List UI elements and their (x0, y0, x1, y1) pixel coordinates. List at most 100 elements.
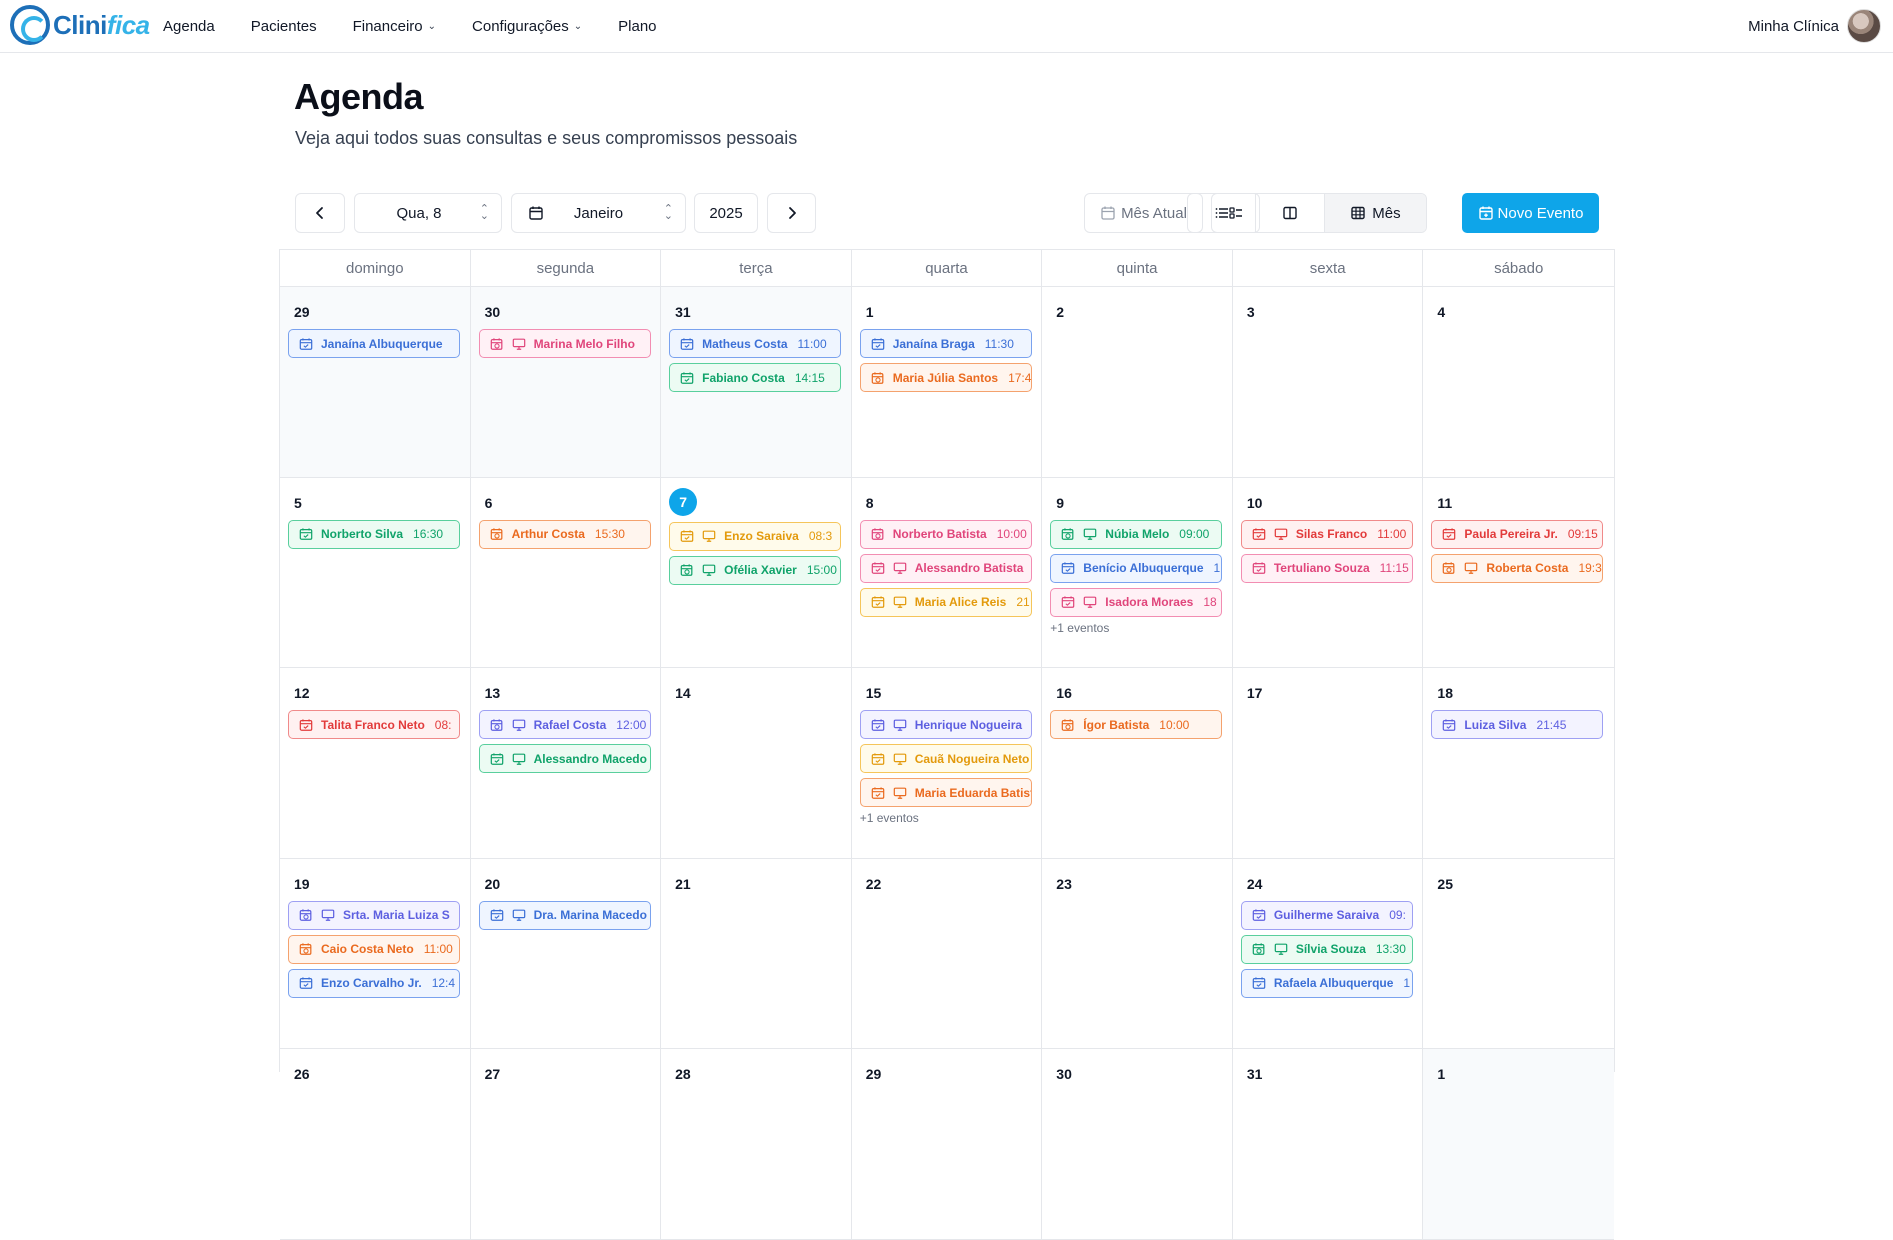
day-cell[interactable]: 29 (851, 1049, 1043, 1240)
day-cell[interactable]: 6 Arthur Costa 15:30 (470, 477, 662, 668)
day-cell[interactable]: 15 Henrique Nogueira Cauã Nogueira Neto Mar… (851, 668, 1043, 859)
event-patient-name: Ofélia Xavier (724, 563, 797, 577)
day-cell[interactable]: 30 Marina Melo Filho (470, 287, 662, 478)
event-chip[interactable]: Caio Costa Neto 11:00 (288, 934, 460, 964)
event-chip[interactable]: Maria Júlia Santos 17:4 (859, 363, 1032, 392)
event-chip[interactable]: Paula Pereira Jr. 09:15 (1431, 519, 1604, 549)
event-chip[interactable]: Dra. Marina Macedo (478, 900, 651, 930)
event-chip[interactable]: Henrique Nogueira (859, 710, 1032, 739)
event-chip[interactable]: Guilherme Saraiva 09: (1240, 900, 1413, 930)
day-cell[interactable]: 19 Srta. Maria Luiza S Caio Costa Neto 11:0… (280, 858, 471, 1049)
event-chip[interactable]: Janaína Albuquerque (288, 329, 460, 358)
event-chip[interactable]: Isadora Moraes 18 (1050, 587, 1223, 617)
event-chip[interactable]: Matheus Costa 11:00 (669, 329, 842, 358)
event-chip[interactable]: Fabiano Costa 14:15 (669, 363, 842, 392)
user-name: Minha Clínica (1748, 17, 1839, 35)
day-cell[interactable]: 2 (1042, 287, 1233, 478)
event-chip[interactable]: Maria Eduarda Batista (859, 778, 1032, 807)
day-cell[interactable]: 7 Enzo Saraiva 08:3 Ofélia Xavier 15:00 (661, 477, 852, 668)
day-cell[interactable]: 1 Janaína Braga 11:30 Maria Júlia Santos 17:… (851, 287, 1043, 478)
day-cell[interactable]: 3 (1232, 287, 1424, 478)
event-chip[interactable]: Cauã Nogueira Neto (859, 744, 1032, 773)
day-cell[interactable]: 24 Guilherme Saraiva 09: Sílvia Souza 13:30 R… (1232, 858, 1424, 1049)
event-chip[interactable]: Luiza Silva 21:45 (1431, 710, 1604, 739)
day-cell[interactable]: 8 Norberto Batista 10:00 Alessandro Batista… (851, 477, 1043, 668)
nav-item-financeiro[interactable]: Financeiro ⌄ (353, 18, 436, 35)
event-chip[interactable]: Arthur Costa 15:30 (478, 519, 651, 549)
event-chip[interactable]: Ofélia Xavier 15:00 (669, 555, 842, 585)
event-chip[interactable]: Talita Franco Neto 08: (288, 710, 460, 739)
day-cell[interactable]: 23 (1042, 858, 1233, 1049)
clinifica-logo[interactable]: Clinifica (10, 5, 150, 45)
previous-button[interactable] (295, 193, 345, 233)
day-cell[interactable]: 10 Silas Franco 11:00 Tertuliano Souza 11:15 (1232, 477, 1424, 668)
day-cell[interactable]: 5 Norberto Silva 16:30 (280, 477, 471, 668)
event-chip[interactable]: Norberto Silva 16:30 (288, 519, 460, 549)
event-chip[interactable]: Marina Melo Filho (478, 329, 651, 358)
event-chip[interactable]: Maria Alice Reis 21 (859, 587, 1032, 617)
day-cell[interactable]: 28 (661, 1049, 852, 1240)
week-view-button[interactable] (1256, 194, 1325, 232)
user-menu[interactable]: Minha Clínica (1748, 9, 1881, 43)
event-chip[interactable]: Alessandro Batista (859, 553, 1032, 583)
day-cell[interactable]: 30 (1042, 1049, 1233, 1240)
month-view-button[interactable]: Mês (1324, 194, 1426, 232)
day-cell[interactable]: 25 (1423, 859, 1614, 1049)
year-select[interactable]: 2025 (694, 193, 758, 233)
day-cell[interactable]: 17 (1232, 668, 1424, 859)
day-cell[interactable]: 29 Janaína Albuquerque (280, 287, 471, 478)
nav-item-plano[interactable]: Plano (618, 18, 656, 35)
event-chip[interactable]: Sílvia Souza 13:30 (1240, 934, 1413, 964)
day-cell[interactable]: 1 (1423, 1049, 1614, 1240)
day-cell[interactable]: 26 (280, 1049, 471, 1240)
day-cell[interactable]: 16 Ígor Batista 10:00 (1042, 668, 1233, 859)
next-button[interactable] (767, 193, 816, 233)
day-cell[interactable]: 20 Dra. Marina Macedo (470, 858, 662, 1049)
new-event-button[interactable]: Novo Evento (1462, 193, 1599, 233)
event-chip[interactable]: Srta. Maria Luiza S (288, 900, 460, 930)
day-cell[interactable]: 9 Núbia Melo 09:00 Benício Albuquerque 1 Isad… (1042, 477, 1233, 668)
more-events-link[interactable]: +1 eventos (1050, 621, 1224, 635)
event-chip[interactable]: Benício Albuquerque 1 (1050, 553, 1223, 583)
event-chip[interactable]: Núbia Melo 09:00 (1050, 519, 1223, 549)
day-cell[interactable]: 21 (661, 858, 852, 1049)
event-chip[interactable]: Roberta Costa 19:3 (1431, 553, 1604, 583)
event-chip[interactable]: Rafael Costa 12:00 (478, 710, 651, 739)
month-select[interactable]: Janeiro ⌃ ⌄ (511, 193, 686, 233)
event-time: 09: (1389, 908, 1406, 922)
weekday-header: domingo segunda terça quarta quinta sexta sába… (280, 249, 1614, 287)
view-switcher: Mês (1187, 193, 1427, 233)
more-events-link[interactable]: +1 eventos (860, 811, 1034, 825)
day-cell[interactable]: 4 (1423, 287, 1614, 478)
event-chip[interactable]: Rafaela Albuquerque 1 (1240, 968, 1413, 998)
day-cell[interactable]: 14 (661, 668, 852, 859)
day-cell[interactable]: 31 (1232, 1049, 1424, 1240)
event-chip[interactable]: Silas Franco 11:00 (1240, 519, 1413, 549)
day-select[interactable]: Qua, 8 ⌃ ⌄ (354, 193, 502, 233)
list-view-button[interactable] (1188, 194, 1257, 232)
day-cell[interactable]: 27 (470, 1049, 662, 1240)
day-cell[interactable]: 18 Luiza Silva 21:45 (1423, 668, 1614, 859)
event-chip[interactable]: Ígor Batista 10:00 (1050, 710, 1223, 739)
event-chip[interactable]: Tertuliano Souza 11:15 (1240, 553, 1413, 583)
event-chip[interactable]: Alessandro Macedo (478, 744, 651, 773)
calendar-icon (299, 527, 313, 541)
chevron-down-icon: ⌄ (573, 20, 583, 32)
day-cell[interactable]: 13 Rafael Costa 12:00 Alessandro Macedo (470, 668, 662, 859)
day-cell[interactable]: 31 Matheus Costa 11:00 Fabiano Costa 14:15 (661, 287, 852, 478)
nav-item-configuracoes[interactable]: Configurações ⌄ (472, 18, 582, 35)
event-patient-name: Ígor Batista (1083, 717, 1150, 732)
day-cell[interactable]: 11 Paula Pereira Jr. 09:15 Roberta Costa 19:… (1423, 478, 1614, 668)
event-chip[interactable]: Enzo Carvalho Jr. 12:4 (288, 968, 460, 998)
day-cell[interactable]: 12 Talita Franco Neto 08: (280, 668, 471, 859)
day-cell[interactable]: 22 (851, 858, 1043, 1049)
nav-item-pacientes[interactable]: Pacientes (251, 18, 317, 35)
avatar[interactable] (1847, 9, 1881, 43)
event-chip[interactable]: Janaína Braga 11:30 (859, 329, 1032, 358)
event-chip[interactable]: Norberto Batista 10:00 (859, 519, 1032, 549)
event-time: 11:00 (423, 942, 453, 956)
nav-item-agenda[interactable]: Agenda (163, 18, 215, 35)
current-month-button[interactable]: Mês Atual (1084, 193, 1203, 233)
event-patient-name: Matheus Costa (702, 336, 788, 351)
event-chip[interactable]: Enzo Saraiva 08:3 (669, 521, 842, 551)
